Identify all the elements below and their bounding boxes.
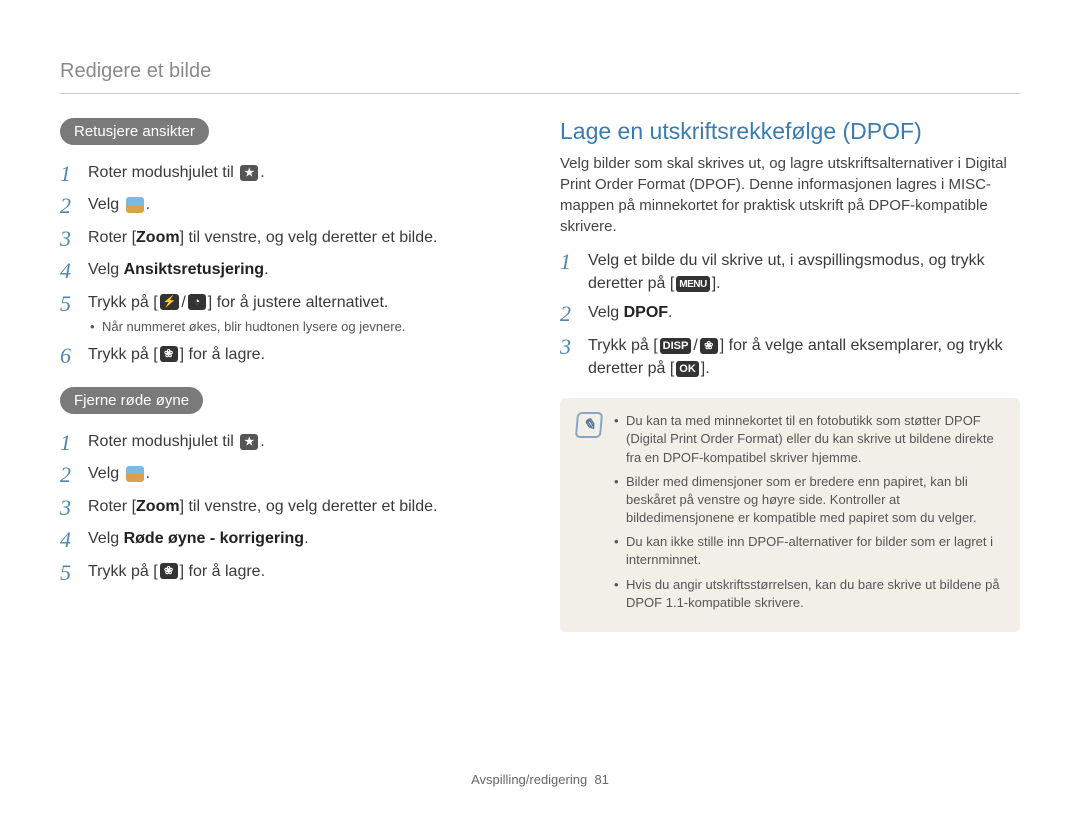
step-number: 2: [60, 193, 78, 219]
steps-dpof: 1 Velg et bilde du vil skrive ut, i avspi…: [560, 249, 1020, 380]
note-item: Du kan ta med minnekortet til en fotobut…: [614, 412, 1004, 467]
step-body: Velg .: [88, 193, 520, 216]
timer-icon: ◔: [188, 294, 206, 310]
photo-icon: [126, 466, 144, 482]
step-item: 4 Velg Ansiktsretusjering.: [60, 258, 520, 284]
step-body: Velg Ansiktsretusjering.: [88, 258, 520, 281]
step-item: 1 Velg et bilde du vil skrive ut, i avspi…: [560, 249, 1020, 295]
step-body: Trykk på [❀] for å lagre.: [88, 343, 520, 366]
flower-icon: ❀: [160, 346, 178, 362]
steps-retouch-faces: 1 Roter modushjulet til ★. 2 Velg . 3 Roter […: [60, 161, 520, 369]
step-item: 2 Velg DPOF.: [560, 301, 1020, 327]
step-number: 6: [60, 343, 78, 369]
step-body: Trykk på [DISP/❀] for å velge antall eks…: [588, 334, 1020, 380]
step-item: 5 Trykk på [❀] for å lagre.: [60, 560, 520, 586]
OK-icon: OK: [676, 361, 699, 377]
note-item: Hvis du angir utskriftsstørrelsen, kan d…: [614, 576, 1004, 612]
step-item: 3 Trykk på [DISP/❀] for å velge antall ek…: [560, 334, 1020, 380]
step-number: 3: [560, 334, 578, 360]
step-item: 3 Roter [Zoom] til venstre, og velg deret…: [60, 226, 520, 252]
MENU-icon: MENU: [676, 276, 709, 292]
step-body: Trykk på [⚡/◔] for å justere alternative…: [88, 291, 520, 337]
step-number: 3: [60, 226, 78, 252]
step-body: Velg .: [88, 462, 520, 485]
steps-remove-red-eye: 1 Roter modushjulet til ★. 2 Velg . 3 Roter […: [60, 430, 520, 586]
step-body: Velg Røde øyne - korrigering.: [88, 527, 520, 550]
step-number: 1: [60, 430, 78, 456]
left-column: Retusjere ansikter 1 Roter modushjulet ti…: [60, 118, 520, 632]
step-item: 2 Velg .: [60, 193, 520, 219]
step-item: 6 Trykk på [❀] for å lagre.: [60, 343, 520, 369]
flower-icon: ❀: [700, 338, 718, 354]
step-number: 5: [60, 291, 78, 317]
breadcrumb: Redigere et bilde: [60, 60, 1020, 94]
step-body: Roter [Zoom] til venstre, og velg derett…: [88, 226, 520, 249]
footer-section: Avspilling/redigering: [471, 772, 587, 787]
step-item: 1 Roter modushjulet til ★.: [60, 430, 520, 456]
page-footer: Avspilling/redigering 81: [0, 772, 1080, 787]
section-heading-dpof: Lage en utskriftsrekkefølge (DPOF): [560, 118, 1020, 145]
flower-icon: ❀: [160, 563, 178, 579]
step-body: Velg et bilde du vil skrive ut, i avspil…: [588, 249, 1020, 295]
step-body: Trykk på [❀] for å lagre.: [88, 560, 520, 583]
pill-remove-red-eye: Fjerne røde øyne: [60, 387, 203, 414]
step-item: 1 Roter modushjulet til ★.: [60, 161, 520, 187]
step-number: 2: [60, 462, 78, 488]
step-subnote: Når nummeret økes, blir hudtonen lysere …: [88, 318, 520, 337]
intro-paragraph: Velg bilder som skal skrives ut, og lagr…: [560, 153, 1020, 237]
step-number: 4: [60, 258, 78, 284]
step-item: 2 Velg .: [60, 462, 520, 488]
step-item: 4 Velg Røde øyne - korrigering.: [60, 527, 520, 553]
right-column: Lage en utskriftsrekkefølge (DPOF) Velg …: [560, 118, 1020, 632]
star-icon: ★: [240, 165, 258, 181]
note-item: Bilder med dimensjoner som er bredere en…: [614, 473, 1004, 528]
note-box: ✎ Du kan ta med minnekortet til en fotob…: [560, 398, 1020, 632]
step-body: Roter modushjulet til ★.: [88, 161, 520, 184]
flash-icon: ⚡: [160, 294, 180, 310]
step-item: 3 Roter [Zoom] til venstre, og velg deret…: [60, 495, 520, 521]
step-number: 1: [60, 161, 78, 187]
pill-retouch-faces: Retusjere ansikter: [60, 118, 209, 145]
note-icon: ✎: [575, 412, 603, 438]
note-item: Du kan ikke stille inn DPOF-alternativer…: [614, 533, 1004, 569]
step-number: 5: [60, 560, 78, 586]
step-number: 4: [60, 527, 78, 553]
DISP-icon: DISP: [660, 338, 692, 354]
footer-page-number: 81: [594, 772, 608, 787]
note-list: Du kan ta med minnekortet til en fotobut…: [614, 412, 1004, 618]
step-number: 2: [560, 301, 578, 327]
step-body: Roter modushjulet til ★.: [88, 430, 520, 453]
step-body: Roter [Zoom] til venstre, og velg derett…: [88, 495, 520, 518]
star-icon: ★: [240, 434, 258, 450]
photo-icon: [126, 197, 144, 213]
step-item: 5 Trykk på [⚡/◔] for å justere alternativ…: [60, 291, 520, 337]
step-number: 1: [560, 249, 578, 275]
step-body: Velg DPOF.: [588, 301, 1020, 324]
step-number: 3: [60, 495, 78, 521]
